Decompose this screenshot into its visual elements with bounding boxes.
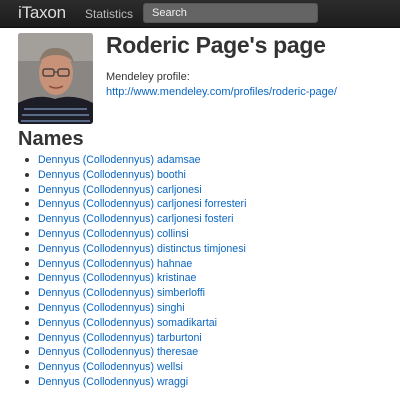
name-link[interactable]: Dennyus (Collodennyus) wellsi	[38, 361, 183, 373]
profile-photo	[18, 33, 93, 124]
names-list: Dennyus (Collodennyus) adamsae Dennyus (…	[0, 153, 246, 390]
name-link[interactable]: Dennyus (Collodennyus) theresae	[38, 346, 198, 358]
list-item: Dennyus (Collodennyus) collinsi	[24, 227, 246, 242]
top-navbar: iTaxon Statistics	[0, 0, 400, 28]
name-link[interactable]: Dennyus (Collodennyus) carljonesi foster…	[38, 213, 234, 225]
name-link[interactable]: Dennyus (Collodennyus) tarburtoni	[38, 332, 202, 344]
name-link[interactable]: Dennyus (Collodennyus) adamsae	[38, 154, 201, 166]
list-item: Dennyus (Collodennyus) carljonesi	[24, 183, 246, 198]
name-link[interactable]: Dennyus (Collodennyus) singhi	[38, 302, 185, 314]
name-link[interactable]: Dennyus (Collodennyus) kristinae	[38, 272, 196, 284]
list-item: Dennyus (Collodennyus) distinctus timjon…	[24, 242, 246, 257]
names-heading: Names	[18, 128, 84, 150]
name-link[interactable]: Dennyus (Collodennyus) collinsi	[38, 228, 189, 240]
name-link[interactable]: Dennyus (Collodennyus) somadikartai	[38, 317, 217, 329]
mendeley-profile-link[interactable]: http://www.mendeley.com/profiles/roderic…	[106, 86, 337, 98]
name-link[interactable]: Dennyus (Collodennyus) hahnae	[38, 258, 192, 270]
name-link[interactable]: Dennyus (Collodennyus) carljonesi	[38, 184, 202, 196]
search-input[interactable]	[143, 3, 318, 23]
list-item: Dennyus (Collodennyus) adamsae	[24, 153, 246, 168]
list-item: Dennyus (Collodennyus) theresae	[24, 345, 246, 360]
name-link[interactable]: Dennyus (Collodennyus) simberloffi	[38, 287, 205, 299]
name-link[interactable]: Dennyus (Collodennyus) distinctus timjon…	[38, 243, 246, 255]
name-link[interactable]: Dennyus (Collodennyus) carljonesi forres…	[38, 198, 246, 210]
list-item: Dennyus (Collodennyus) tarburtoni	[24, 331, 246, 346]
list-item: Dennyus (Collodennyus) boothi	[24, 168, 246, 183]
list-item: Dennyus (Collodennyus) singhi	[24, 301, 246, 316]
avatar	[18, 33, 93, 124]
list-item: Dennyus (Collodennyus) wraggi	[24, 375, 246, 390]
nav-link-statistics[interactable]: Statistics	[85, 7, 133, 21]
brand-logo[interactable]: iTaxon	[18, 3, 66, 23]
name-link[interactable]: Dennyus (Collodennyus) wraggi	[38, 376, 188, 388]
list-item: Dennyus (Collodennyus) somadikartai	[24, 316, 246, 331]
list-item: Dennyus (Collodennyus) kristinae	[24, 271, 246, 286]
list-item: Dennyus (Collodennyus) carljonesi forres…	[24, 197, 246, 212]
list-item: Dennyus (Collodennyus) wellsi	[24, 360, 246, 375]
list-item: Dennyus (Collodennyus) simberloffi	[24, 286, 246, 301]
name-link[interactable]: Dennyus (Collodennyus) boothi	[38, 169, 186, 181]
mendeley-profile-label: Mendeley profile:	[106, 71, 190, 83]
list-item: Dennyus (Collodennyus) hahnae	[24, 257, 246, 272]
page-title: Roderic Page's page	[106, 32, 326, 58]
list-item: Dennyus (Collodennyus) carljonesi foster…	[24, 212, 246, 227]
